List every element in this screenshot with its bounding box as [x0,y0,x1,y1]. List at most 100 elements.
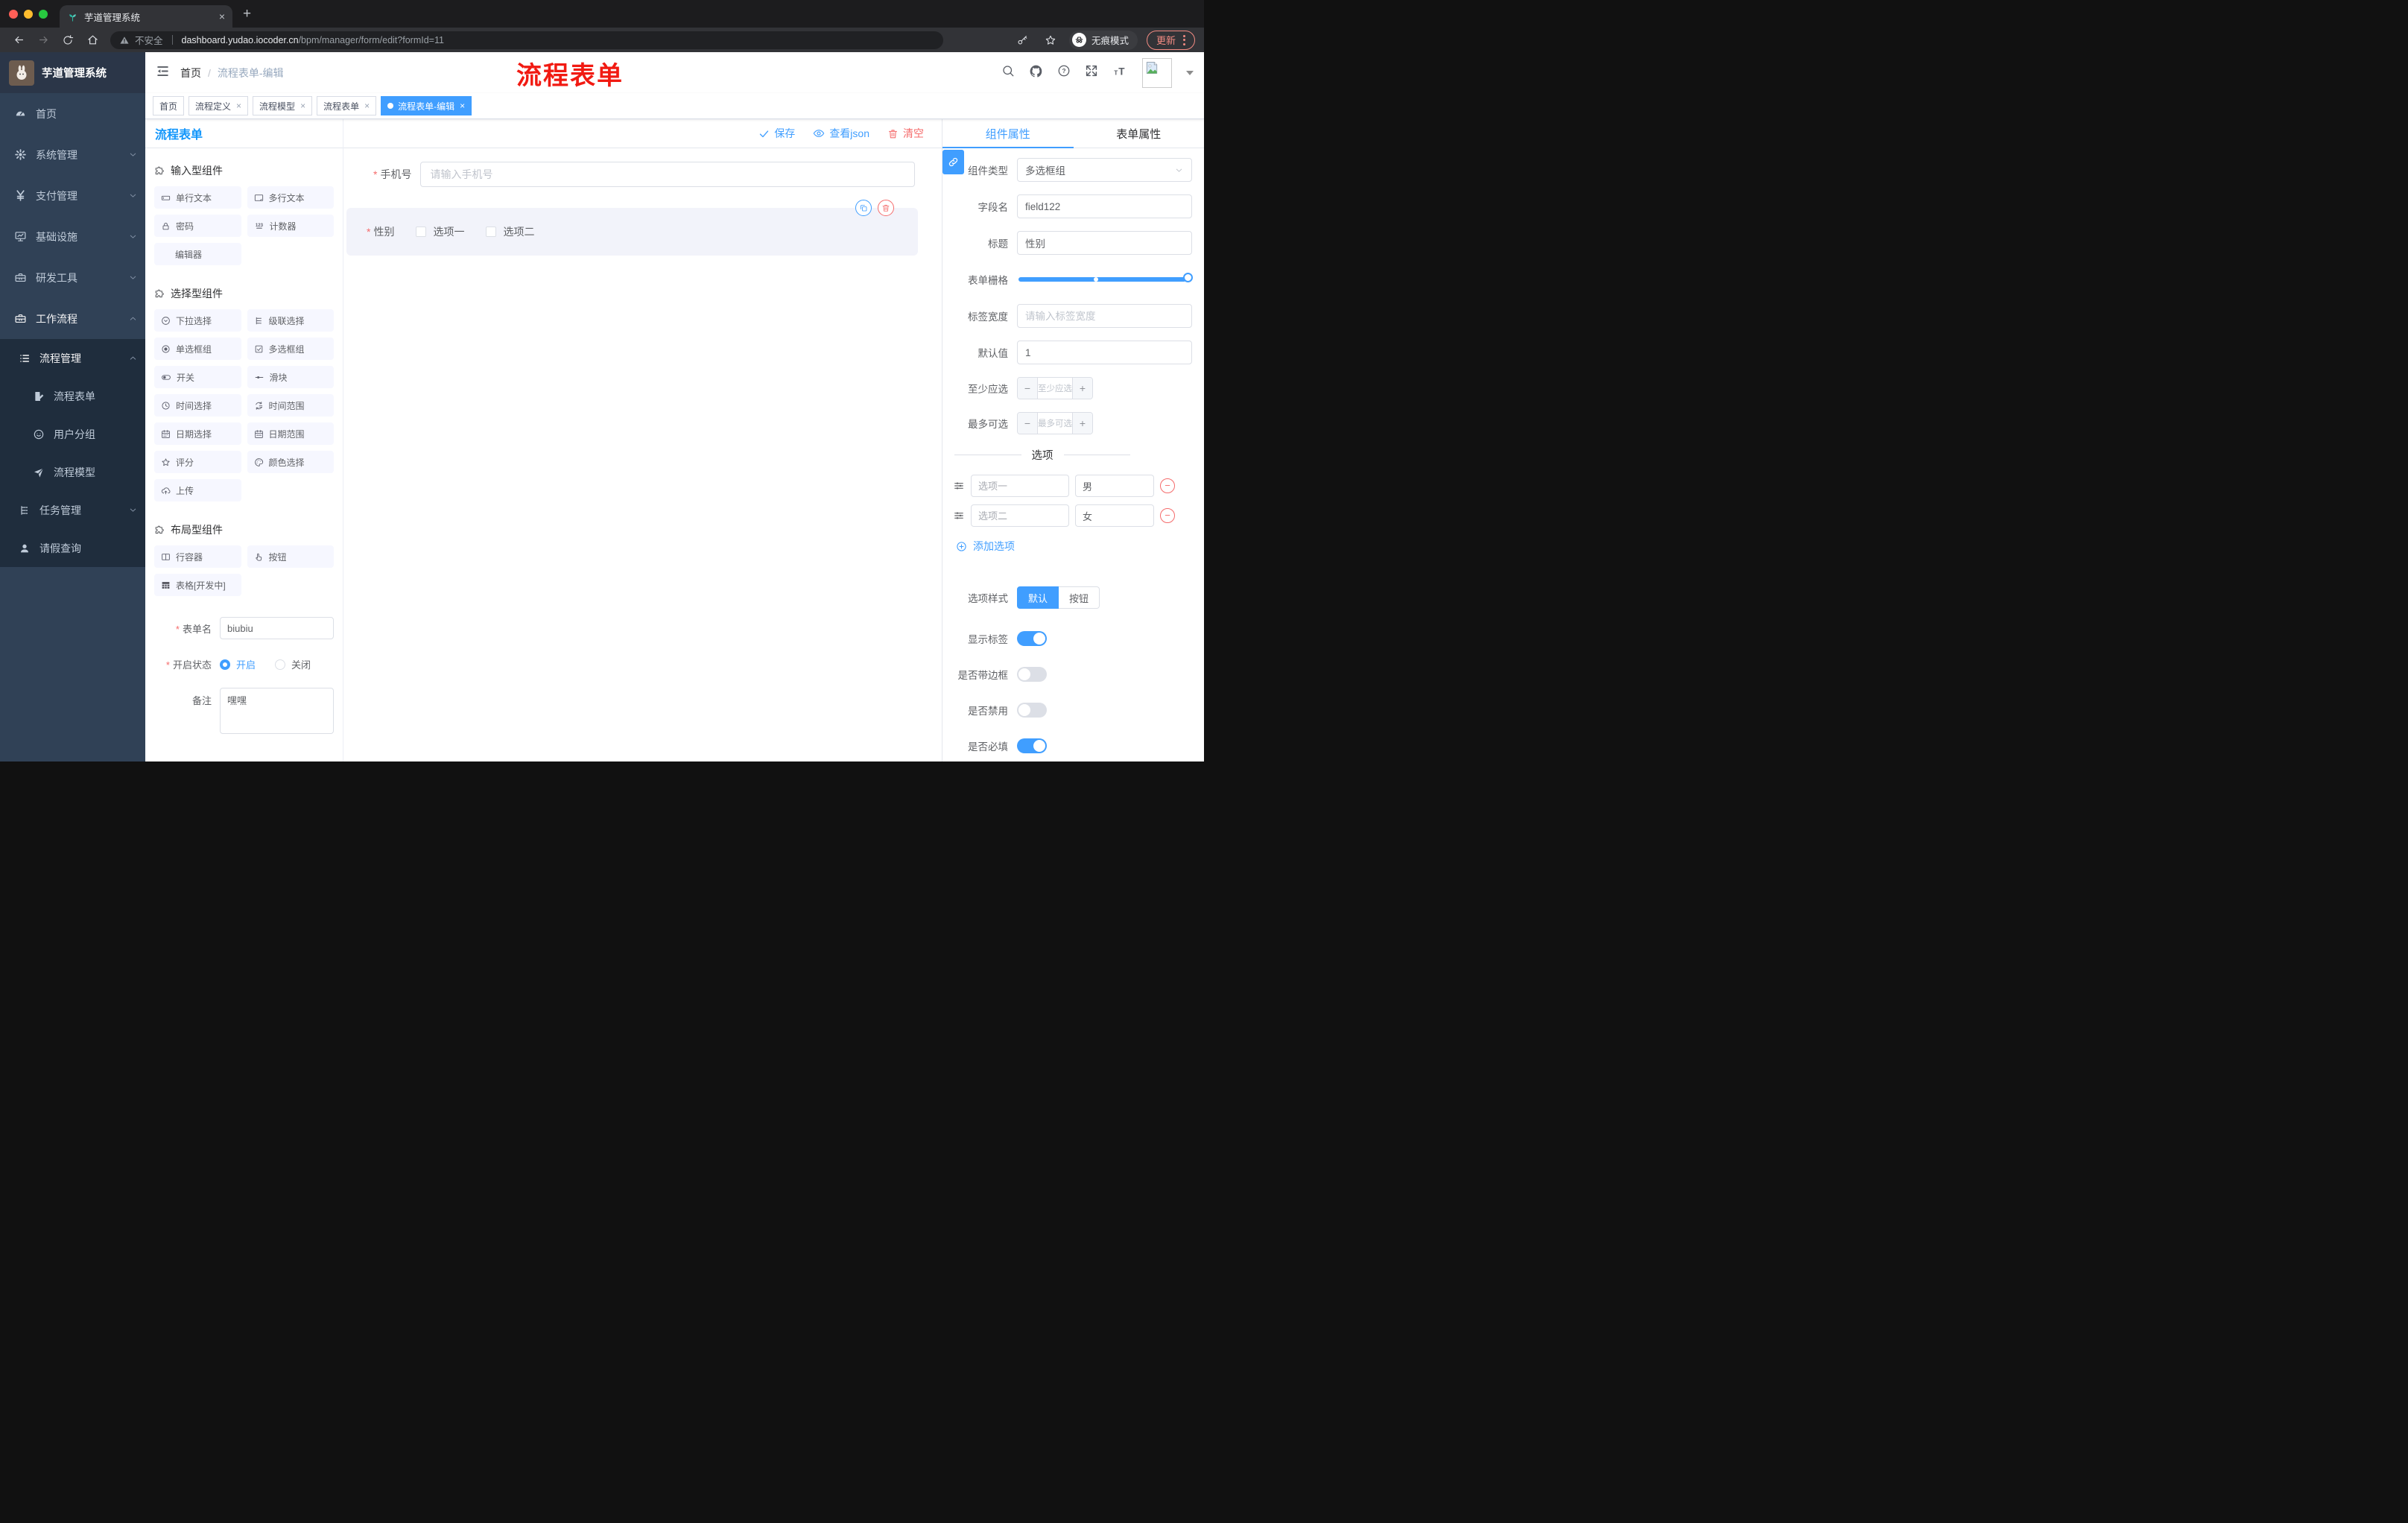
tag-close-icon[interactable]: × [236,101,241,111]
drag-handle-icon[interactable] [953,480,965,492]
sidebar-item-home[interactable]: 首页 [0,93,145,134]
palette-item-radio-group[interactable]: 单选框组 [154,338,241,360]
sidebar-item-pay[interactable]: 支付管理 [0,175,145,216]
tag-close-icon[interactable]: × [364,101,370,111]
option-2-name-input[interactable] [971,504,1069,527]
palette-item-single-text[interactable]: 单行文本 [154,186,241,209]
disabled-toggle[interactable] [1017,703,1047,718]
bookmark-button[interactable] [1041,31,1060,50]
status-on-radio[interactable]: 开启 [220,657,256,671]
url-bar[interactable]: 不安全 dashboard.yudao.iocoder.cn/bpm/manag… [110,31,943,49]
clear-button[interactable]: 清空 [887,126,924,141]
help-button[interactable]: ? [1057,64,1071,81]
max-select-stepper[interactable]: 最多可选 [1017,412,1093,434]
tag-close-icon[interactable]: × [460,101,465,111]
default-value-input[interactable] [1017,341,1192,364]
plus-button[interactable] [1073,413,1092,434]
minus-button[interactable] [1018,378,1037,399]
style-default-button[interactable]: 默认 [1017,586,1059,609]
palette-item-time-picker[interactable]: 时间选择 [154,394,241,417]
sidebar-item-infra[interactable]: 基础设施 [0,216,145,257]
slider-handle[interactable] [1183,273,1193,282]
tag-process-definition[interactable]: 流程定义 × [188,96,249,115]
incognito-badge[interactable]: 无痕模式 [1068,30,1138,50]
status-off-radio[interactable]: 关闭 [275,657,311,671]
tag-process-form[interactable]: 流程表单 × [317,96,377,115]
new-tab-button[interactable]: + [243,6,251,22]
palette-item-editor[interactable]: 编辑器 [154,243,241,265]
sidebar-item-leave[interactable]: 请假查询 [0,529,145,567]
font-size-button[interactable]: TT [1112,64,1128,81]
palette-item-checkbox-group[interactable]: 多选框组 [247,338,334,360]
tab-form-props[interactable]: 表单属性 [1074,119,1205,148]
browser-menu-icon[interactable] [1183,34,1185,45]
tab-component-props[interactable]: 组件属性 [942,119,1074,148]
save-button[interactable]: 保存 [758,126,795,141]
collapse-sidebar-button[interactable] [156,64,170,82]
tag-home[interactable]: 首页 [153,96,185,115]
canvas-field-gender-selected[interactable]: 性别 选项一 选项二 [346,200,918,256]
remove-option-button[interactable] [1160,478,1175,493]
github-button[interactable] [1029,64,1043,82]
header-search-button[interactable] [1001,64,1015,81]
palette-item-date-range[interactable]: 日期范围 [247,422,334,445]
palette-item-date-picker[interactable]: 日期选择 [154,422,241,445]
sidebar-item-process-form[interactable]: 流程表单 [0,377,145,415]
palette-item-password[interactable]: 密码 [154,215,241,237]
sidebar-item-dev[interactable]: 研发工具 [0,257,145,298]
form-remark-textarea[interactable]: 嘿嘿 [220,688,334,734]
min-select-value[interactable]: 至少应选 [1037,378,1073,399]
tag-process-model[interactable]: 流程模型 × [253,96,313,115]
palette-item-time-range[interactable]: 时间范围 [247,394,334,417]
border-toggle[interactable] [1017,667,1047,682]
avatar[interactable] [1142,57,1172,88]
option-1-name-input[interactable] [971,475,1069,497]
palette-item-table[interactable]: 表格[开发中] [154,574,241,596]
palette-item-switch[interactable]: 开关 [154,366,241,388]
sidebar-item-process-group[interactable]: 流程管理 [0,339,145,377]
back-button[interactable] [9,31,28,50]
sidebar-item-system[interactable]: 系统管理 [0,134,145,175]
option-2-value-input[interactable] [1075,504,1154,527]
palette-item-cascader[interactable]: 级联选择 [247,309,334,332]
drag-handle-icon[interactable] [953,510,965,522]
phone-input[interactable] [420,162,915,187]
gender-option-1-checkbox[interactable]: 选项一 [416,224,464,239]
data-binding-tag[interactable] [942,150,964,174]
zoom-window-button[interactable] [39,9,48,19]
show-label-toggle[interactable] [1017,631,1047,646]
close-window-button[interactable] [9,9,18,19]
minus-button[interactable] [1018,413,1037,434]
key-button[interactable] [1013,31,1032,50]
gender-option-2-checkbox[interactable]: 选项二 [486,224,534,239]
sidebar-item-workflow[interactable]: 工作流程 [0,298,145,339]
label-width-input[interactable] [1017,304,1192,328]
home-button[interactable] [83,31,102,50]
palette-item-rate[interactable]: 评分 [154,451,241,473]
forward-button[interactable] [34,31,53,50]
palette-item-slider[interactable]: 滑块 [247,366,334,388]
tag-close-icon[interactable]: × [300,101,305,111]
title-input[interactable] [1017,231,1192,255]
plus-button[interactable] [1073,378,1092,399]
delete-component-button[interactable] [878,200,894,216]
avatar-caret-icon[interactable] [1186,70,1194,75]
grid-slider[interactable] [1018,273,1193,282]
palette-item-color-picker[interactable]: 颜色选择 [247,451,334,473]
palette-item-counter[interactable]: 123 计数器 [247,215,334,237]
option-1-value-input[interactable] [1075,475,1154,497]
canvas-field-phone[interactable]: 手机号 [373,162,915,187]
field-name-input[interactable] [1017,194,1192,218]
sidebar-item-process-model[interactable]: 流程模型 [0,453,145,491]
reload-button[interactable] [58,31,77,50]
view-json-button[interactable]: 查看json [813,126,869,141]
tag-process-form-edit[interactable]: 流程表单-编辑 × [381,96,472,115]
copy-component-button[interactable] [855,200,872,216]
add-option-button[interactable]: 添加选项 [956,539,1192,554]
minimize-window-button[interactable] [24,9,33,19]
tab-close-icon[interactable]: × [219,10,225,22]
palette-item-row-container[interactable]: 行容器 [154,545,241,568]
palette-item-select[interactable]: 下拉选择 [154,309,241,332]
fullscreen-button[interactable] [1085,64,1098,81]
style-button-button[interactable]: 按钮 [1059,586,1100,609]
